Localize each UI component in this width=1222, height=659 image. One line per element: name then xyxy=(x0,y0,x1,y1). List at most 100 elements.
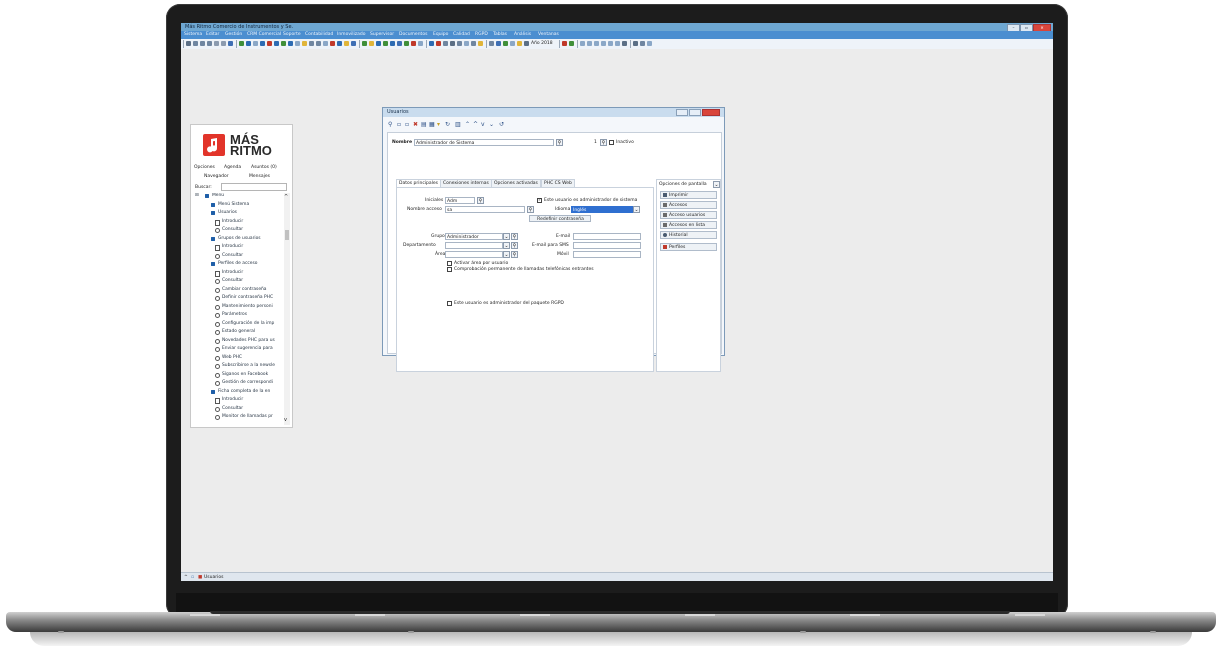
toolbar-icon[interactable] xyxy=(594,41,599,46)
nombre-acceso-search-button[interactable]: ⚲ xyxy=(527,206,534,213)
tab-mensajes[interactable]: Mensajes xyxy=(249,174,270,179)
grupo-search-button[interactable]: ⚲ xyxy=(511,233,518,240)
tree-item[interactable]: Definir contraseña PHC xyxy=(222,295,273,300)
toolbar-icon[interactable] xyxy=(295,41,300,46)
toolbar-icon[interactable] xyxy=(323,41,328,46)
tree-item[interactable]: Grupos de usuarios xyxy=(218,236,261,241)
chevron-down-icon[interactable]: ⌄ xyxy=(633,206,640,213)
toolbar-icon[interactable] xyxy=(337,41,342,46)
menu-inmovilizado[interactable]: Inmovilizado xyxy=(337,32,365,37)
menu-sistema[interactable]: Sistema xyxy=(184,32,202,37)
toolbar-icon[interactable] xyxy=(450,41,455,46)
toolbar-icon[interactable] xyxy=(302,41,307,46)
toolbar-icon[interactable] xyxy=(471,41,476,46)
next-record-icon[interactable]: v xyxy=(481,121,485,128)
tab-navegador[interactable]: Navegador xyxy=(204,174,229,179)
comprobacion-checkbox[interactable] xyxy=(447,267,452,272)
toolbar-icon[interactable] xyxy=(517,41,522,46)
menu-supervisor[interactable]: Supervisor xyxy=(370,32,394,37)
perfiles-button[interactable]: Perfiles xyxy=(660,243,717,251)
tree-item[interactable]: Configuración de la imp xyxy=(222,321,274,326)
toolbar-year[interactable]: Año 2018 xyxy=(531,41,553,46)
tree-scroll-thumb[interactable] xyxy=(285,230,289,240)
tree-item[interactable]: Web PHC xyxy=(222,355,242,360)
last-record-icon[interactable]: ⌄ xyxy=(489,121,494,128)
tree-item[interactable]: Usuarios xyxy=(218,210,237,215)
activar-area-checkbox[interactable] xyxy=(447,261,452,266)
toolbar-icon[interactable] xyxy=(503,41,508,46)
menu-ventanas[interactable]: Ventanas xyxy=(538,32,559,37)
area-chevron-icon[interactable]: ⌄ xyxy=(503,251,510,258)
email-field[interactable] xyxy=(573,233,641,240)
imprimir-button[interactable]: Imprimir xyxy=(660,191,717,199)
menu-analisis[interactable]: Análisis xyxy=(514,32,531,37)
menu-gestion[interactable]: Gestión xyxy=(225,32,242,37)
dialog-close-button[interactable] xyxy=(702,109,720,116)
chevron-up-icon[interactable]: ^ xyxy=(184,575,188,580)
tree-scrollbar[interactable] xyxy=(284,193,290,425)
toolbar-icon[interactable] xyxy=(411,41,416,46)
accesos-en-lista-button[interactable]: Accesos en lista xyxy=(660,221,717,229)
toolbar-icon[interactable] xyxy=(436,41,441,46)
departamento-select[interactable] xyxy=(445,242,503,249)
historial-button[interactable]: Historial xyxy=(660,231,717,239)
toolbar-icon[interactable] xyxy=(228,41,233,46)
rgpd-admin-checkbox[interactable] xyxy=(447,301,452,306)
tree-item[interactable]: Consultar xyxy=(222,227,243,232)
tree-item[interactable]: Enviar sugerencia para xyxy=(222,346,273,351)
tab-datos-principales[interactable]: Datos principales xyxy=(396,179,442,187)
tree-item[interactable]: Introducir xyxy=(222,270,243,275)
inactivo-checkbox[interactable] xyxy=(609,140,614,145)
tree-item[interactable]: Perfiles de acceso xyxy=(218,261,257,266)
toolbar-icon[interactable] xyxy=(640,41,645,46)
menu-rgpd[interactable]: RGPD xyxy=(475,32,488,37)
menu-calidad[interactable]: Calidad xyxy=(453,32,470,37)
departamento-search-button[interactable]: ⚲ xyxy=(511,242,518,249)
toolbar-icon[interactable] xyxy=(309,41,314,46)
iniciales-field[interactable]: Adm xyxy=(445,197,475,204)
area-select[interactable] xyxy=(445,251,503,258)
toolbar-icon[interactable] xyxy=(562,41,567,46)
tree-item[interactable]: Introducir xyxy=(222,397,243,402)
toolbar-icon[interactable] xyxy=(362,41,367,46)
toolbar-icon[interactable] xyxy=(404,41,409,46)
tab-opciones-activadas[interactable]: Opciones activadas xyxy=(491,179,541,187)
toolbar-icon[interactable] xyxy=(376,41,381,46)
tree-item[interactable]: Mantenimiento personi xyxy=(222,304,273,309)
menu-tablas[interactable]: Tablas xyxy=(493,32,507,37)
toolbar-icon[interactable] xyxy=(369,41,374,46)
acceso-usuarios-button[interactable]: Acceso usuarios xyxy=(660,211,717,219)
departamento-chevron-icon[interactable]: ⌄ xyxy=(503,242,510,249)
tree-item[interactable]: Menú Sistema xyxy=(218,202,249,207)
toolbar-icon[interactable] xyxy=(200,41,205,46)
collapse-icon[interactable]: ⊟ xyxy=(195,193,199,198)
grupo-chevron-icon[interactable]: ⌄ xyxy=(503,233,510,240)
tree-item[interactable]: Parámetros xyxy=(222,312,247,317)
email-sms-field[interactable] xyxy=(573,242,641,249)
tree-item[interactable]: Síganos en Facebook xyxy=(222,372,268,377)
toolbar-icon[interactable] xyxy=(464,41,469,46)
toolbar-icon[interactable] xyxy=(274,41,279,46)
movil-field[interactable] xyxy=(573,251,641,258)
toolbar-icon[interactable] xyxy=(207,41,212,46)
tree-item[interactable]: Introducir xyxy=(222,219,243,224)
print-preview-icon[interactable]: ▥ xyxy=(455,121,461,128)
dialog-maximize-button[interactable] xyxy=(689,109,701,116)
menu-equipo[interactable]: Equipo xyxy=(433,32,448,37)
search-icon[interactable]: ⚲ xyxy=(388,121,392,128)
toolbar-icon[interactable] xyxy=(622,41,627,46)
toolbar-icon[interactable] xyxy=(344,41,349,46)
tree-item[interactable]: Menú xyxy=(212,193,224,198)
tree-item[interactable]: Consultar xyxy=(222,278,243,283)
toolbar-icon[interactable] xyxy=(281,41,286,46)
toolbar-icon[interactable] xyxy=(390,41,395,46)
record-search-button[interactable]: ⚲ xyxy=(600,139,607,146)
menu-contabilidad[interactable]: Contabilidad xyxy=(305,32,333,37)
tree-item[interactable]: Subscribirse a la newsle xyxy=(222,363,275,368)
scroll-up-icon[interactable]: ^ xyxy=(284,194,288,200)
tab-conexiones-internas[interactable]: Conexiones internas xyxy=(440,179,492,187)
toolbar-icon[interactable] xyxy=(587,41,592,46)
tab-asuntos[interactable]: Asuntos (0) xyxy=(251,165,277,170)
copy-icon[interactable]: ▫ xyxy=(405,121,409,128)
document-icon[interactable]: ▫ xyxy=(191,575,194,580)
